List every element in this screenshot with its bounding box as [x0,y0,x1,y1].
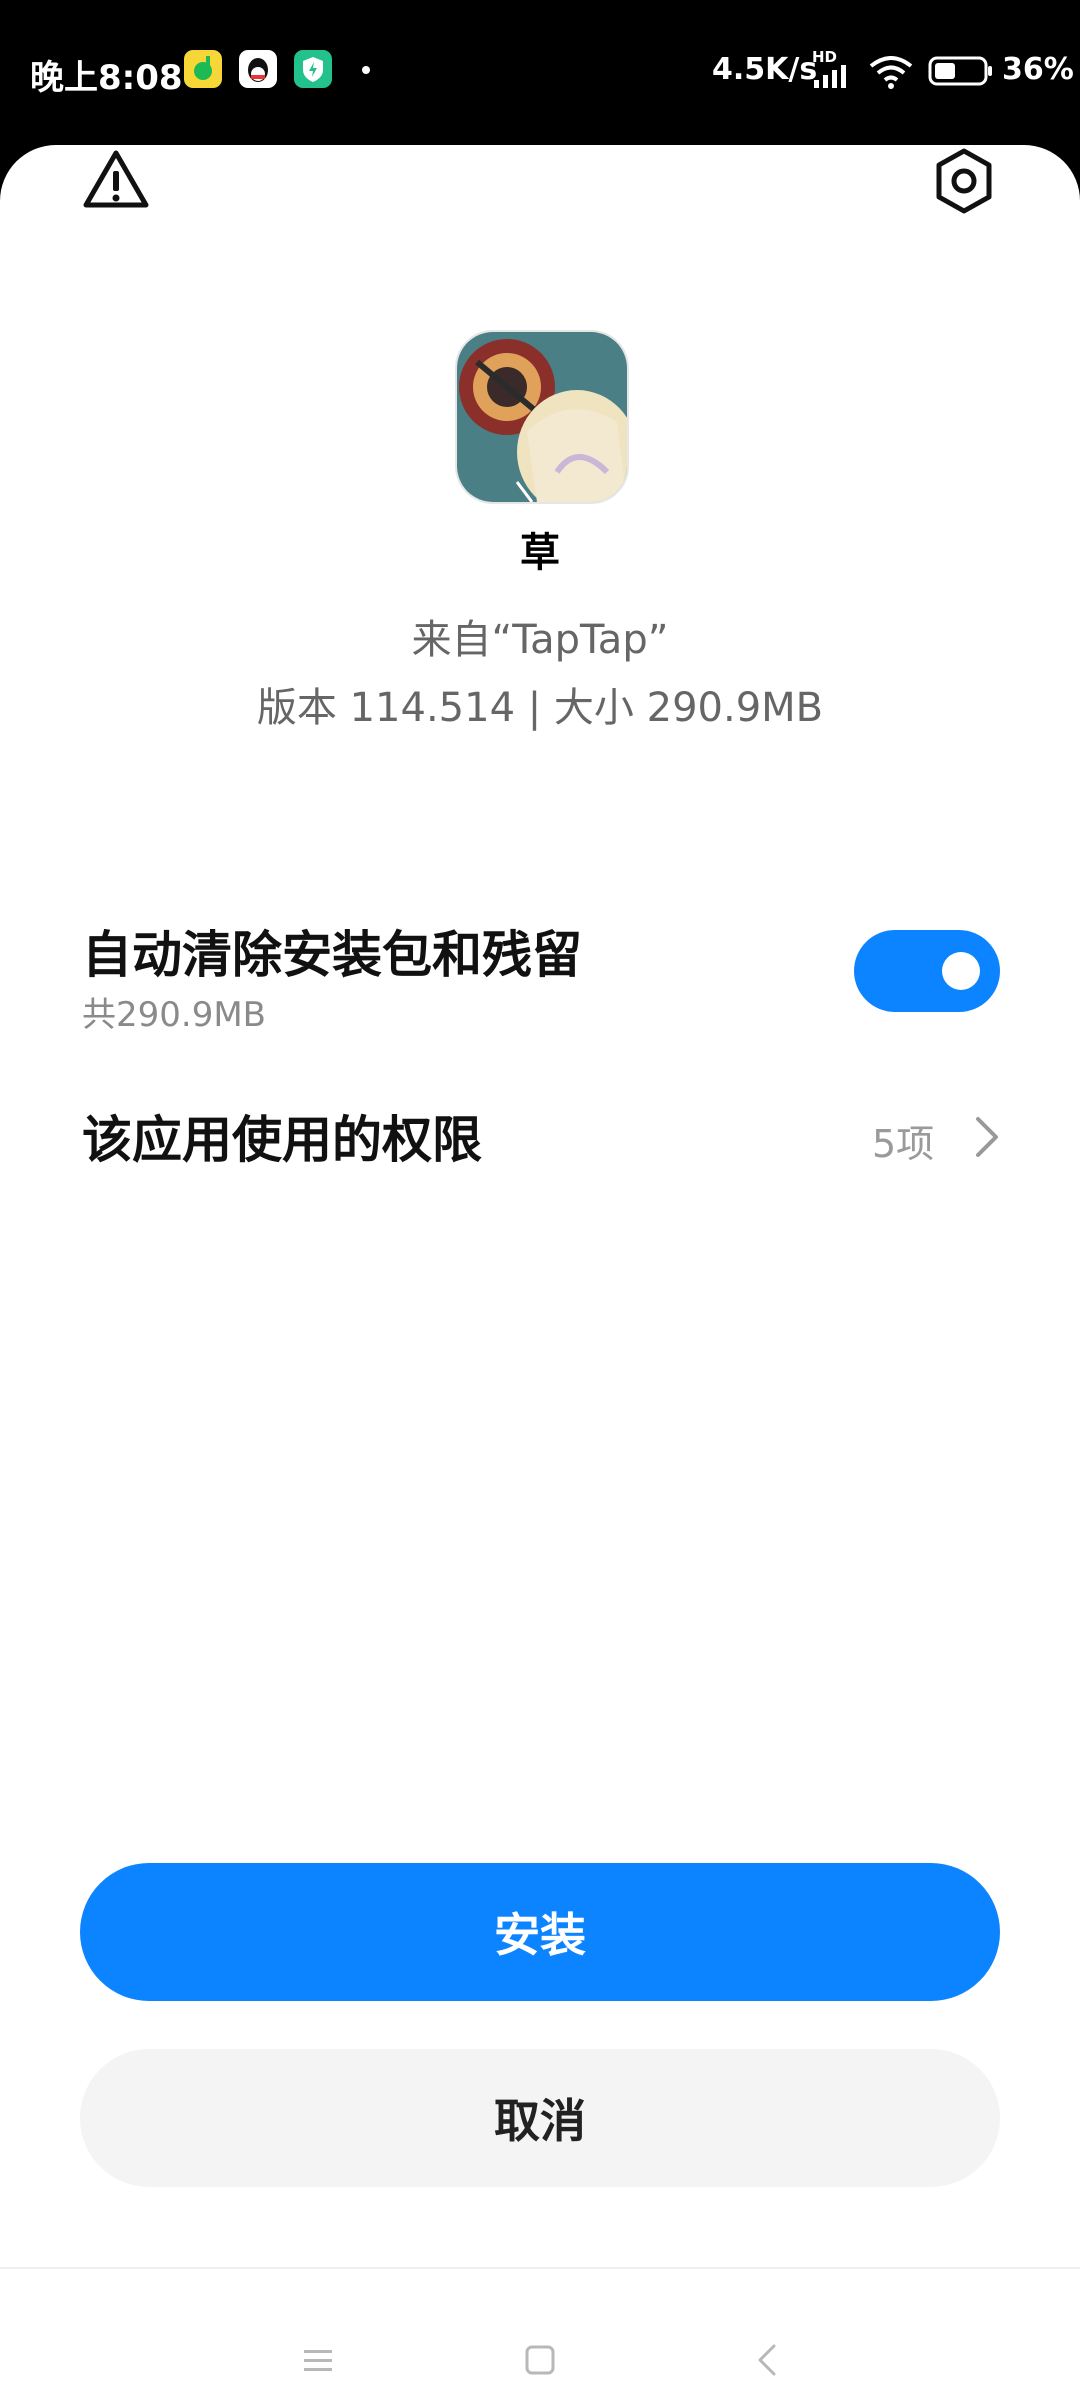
battery-icon [928,56,994,90]
auto-clean-toggle[interactable] [854,930,1000,1012]
install-sheet: 草 来自“TapTap” 版本 114.514 | 大小 290.9MB 自动清… [0,145,1080,2400]
app-icon [455,330,629,504]
home-icon[interactable] [510,2330,570,2390]
music-app-icon [184,50,222,88]
cancel-button[interactable]: 取消 [80,2049,1000,2187]
app-source: 来自“TapTap” [411,617,669,663]
back-icon[interactable] [738,2330,798,2390]
install-button[interactable]: 安装 [80,1863,1000,2001]
signal-icon [812,64,852,92]
qq-app-icon [239,50,277,88]
network-speed: 4.5K/s [712,52,818,87]
status-time: 晚上8:08 [30,58,183,98]
notification-dot [362,66,370,74]
toggle-knob [942,952,980,990]
auto-clean-size: 共290.9MB [82,995,266,1035]
battery-percent: 36% [1002,52,1074,87]
app-name: 草 [520,530,560,576]
permissions-count: 5项 [872,1122,935,1166]
status-bar: 晚上8:08 4.5K/s HD 36% [0,0,1080,145]
app-version-size: 版本 114.514 | 大小 290.9MB [256,685,824,731]
auto-clean-title: 自动清除安装包和残留 [82,926,582,984]
warning-triangle-icon[interactable] [80,145,152,217]
gear-icon[interactable] [928,145,1000,217]
menu-icon[interactable] [288,2330,348,2390]
nav-divider [0,2267,1080,2269]
permissions-title: 该应用使用的权限 [82,1111,482,1169]
wifi-icon [868,52,914,96]
security-app-icon [294,50,332,88]
chevron-right-icon [970,1113,1006,1161]
